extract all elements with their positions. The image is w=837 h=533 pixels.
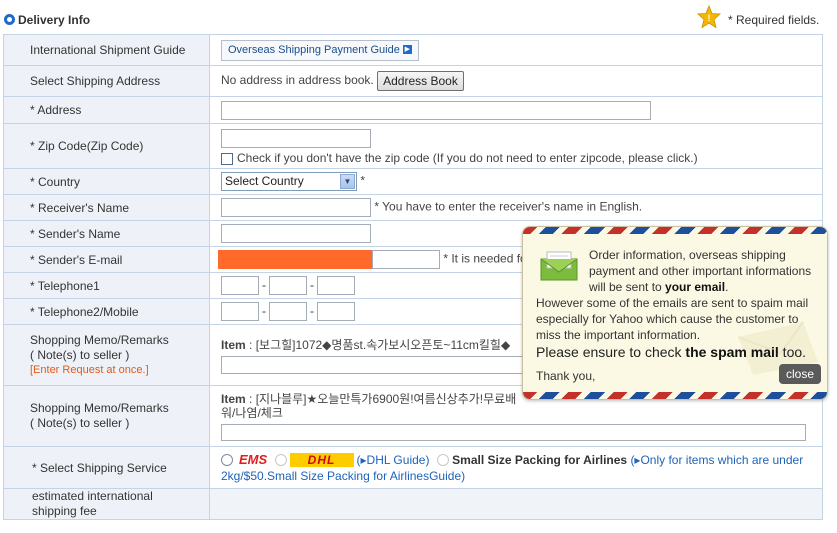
required-note: * Required fields. xyxy=(728,13,820,27)
item-prefix: Item xyxy=(221,391,246,406)
row-guide: International Shipment Guide Overseas Sh… xyxy=(3,34,823,66)
row-zip: * Zip Code(Zip Code) Check if you don't … xyxy=(3,123,823,169)
notice-ensure: Please ensure to check the spam mail too… xyxy=(536,344,807,360)
dhl-logo: DHL xyxy=(289,453,354,468)
item-name: : [보그힐]1072◆명품st.속가보시오픈토~11cm킬힐◆ xyxy=(245,338,511,352)
shipping-payment-guide-button[interactable]: Overseas Shipping Payment Guide ▶ xyxy=(221,39,419,61)
item-name: : [지나블루]★오늘만특가6900원!여름신상추가!무료배 xyxy=(245,391,517,406)
label-fee: estimated international shipping fee xyxy=(3,488,210,520)
country-select[interactable]: Select Country ▼ xyxy=(221,172,357,191)
label-tel2: * Telephone2/Mobile xyxy=(3,298,210,325)
label-guide: International Shipment Guide xyxy=(3,34,210,66)
ems-radio[interactable] xyxy=(221,454,233,467)
section-header: Delivery Info ! * Required fields. xyxy=(0,0,837,34)
svg-text:!: ! xyxy=(708,13,711,23)
label-shipping: * Select Shipping Service xyxy=(3,446,210,489)
arrow-right-icon: ▶ xyxy=(402,45,412,55)
zip-input[interactable] xyxy=(221,129,371,148)
small-packing-radio[interactable] xyxy=(436,454,449,467)
item-prefix: Item xyxy=(221,338,246,352)
no-address-text: No address in address book. xyxy=(221,73,374,88)
row-country: * Country Select Country ▼ * xyxy=(3,168,823,195)
label-sender-email: * Sender's E-mail xyxy=(3,246,210,273)
small-packing-label: Small Size Packing for Airlines xyxy=(452,452,628,467)
sender-email-input[interactable] xyxy=(372,250,440,269)
redacted-email xyxy=(218,250,372,269)
email-envelope-icon xyxy=(540,251,578,281)
dash-separator: - xyxy=(310,303,314,318)
row-fee: estimated international shipping fee xyxy=(3,488,823,520)
label-zip: * Zip Code(Zip Code) xyxy=(3,123,210,169)
dash-separator: - xyxy=(262,277,266,292)
notice-intro: Order information, overseas shipping pay… xyxy=(589,248,812,294)
label-tel1: * Telephone1 xyxy=(3,272,210,299)
no-zip-checkbox[interactable] xyxy=(221,152,233,165)
ems-logo: EMS xyxy=(239,451,268,467)
tel2-part3-input[interactable] xyxy=(317,302,355,321)
section-title: Delivery Info xyxy=(18,13,91,27)
dash-separator: - xyxy=(262,303,266,318)
memo1-input[interactable] xyxy=(221,356,531,374)
no-zip-label: Check if you don't have the zip code (If… xyxy=(237,151,698,165)
label-sender: * Sender's Name xyxy=(3,220,210,247)
row-receiver: * Receiver's Name * You have to enter th… xyxy=(3,194,823,221)
close-button[interactable]: close xyxy=(779,364,821,384)
row-shipping: * Select Shipping Service EMS DHL (▸DHL G… xyxy=(3,446,823,489)
sender-email-note: * It is needed fo xyxy=(443,251,527,266)
receiver-name-input[interactable] xyxy=(221,198,371,217)
tel2-part1-input[interactable] xyxy=(221,302,259,321)
memo2-input[interactable] xyxy=(221,423,806,441)
tel2-part2-input[interactable] xyxy=(269,302,307,321)
tel1-part3-input[interactable] xyxy=(317,276,355,295)
label-memo2: Shopping Memo/Remarks ( Note(s) to selle… xyxy=(3,385,210,447)
chevron-down-icon: ▼ xyxy=(340,174,355,189)
dash-separator: - xyxy=(310,277,314,292)
label-address: * Address xyxy=(3,96,210,124)
dhl-guide-link[interactable]: (▸DHL Guide) xyxy=(357,453,430,467)
sender-name-input[interactable] xyxy=(221,224,371,243)
notice-spam-warning: However some of the emails are sent to s… xyxy=(536,296,809,342)
section-bullet-icon xyxy=(4,14,15,25)
address-book-button[interactable]: Address Book xyxy=(377,71,464,91)
label-receiver: * Receiver's Name xyxy=(3,194,210,221)
notice-thanks: Thank you, xyxy=(536,369,596,383)
item-name-cont: 워/나염/체크 xyxy=(221,405,283,420)
tel1-part2-input[interactable] xyxy=(269,276,307,295)
airmail-border xyxy=(523,392,827,399)
country-required-mark: * xyxy=(360,173,366,188)
required-star-icon: ! xyxy=(697,5,721,29)
row-address-select: Select Shipping Address No address in ad… xyxy=(3,65,823,97)
label-country: * Country xyxy=(3,168,210,195)
dhl-radio[interactable] xyxy=(274,454,287,467)
label-address-select: Select Shipping Address xyxy=(3,65,210,97)
enter-request-note: [Enter Request at once.] xyxy=(30,363,149,376)
fee-value xyxy=(209,488,823,520)
row-address: * Address xyxy=(3,96,823,124)
label-memo1: Shopping Memo/Remarks ( Note(s) to selle… xyxy=(3,324,210,386)
receiver-name-note: * You have to enter the receiver's name … xyxy=(374,199,643,214)
tel1-part1-input[interactable] xyxy=(221,276,259,295)
airmail-border xyxy=(523,227,827,234)
address-input[interactable] xyxy=(221,100,651,120)
email-notice-popup: Order information, overseas shipping pay… xyxy=(522,226,828,400)
small-packing-guide-link[interactable]: (▸Only for items which are unde xyxy=(630,453,799,467)
